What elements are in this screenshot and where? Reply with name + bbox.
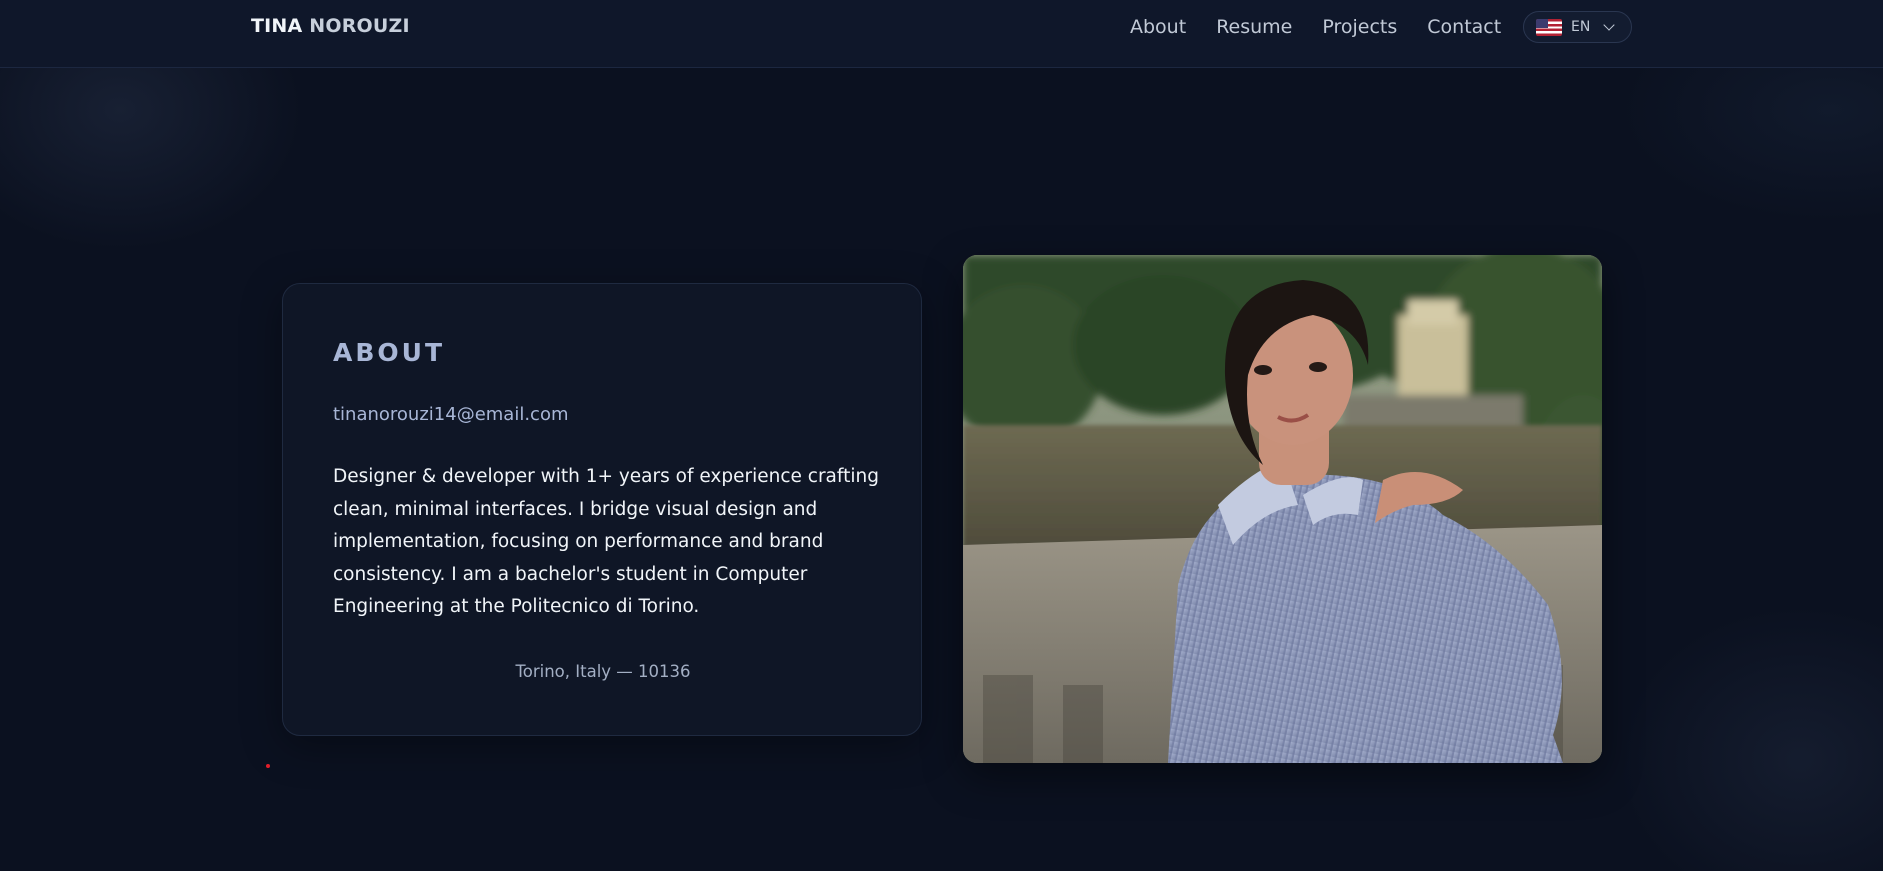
language-code: EN — [1571, 19, 1591, 35]
brand-logo[interactable]: TINA NOROUZI — [251, 15, 410, 37]
nav-link-resume[interactable]: Resume — [1216, 16, 1292, 38]
location-text: Torino, Italy — 10136 — [515, 662, 691, 681]
main-nav: About Resume Projects Contact — [1130, 16, 1501, 38]
brand-last-name: NOROUZI — [309, 15, 410, 37]
nav-link-projects[interactable]: Projects — [1322, 16, 1397, 38]
nav-link-about[interactable]: About — [1130, 16, 1186, 38]
about-bio: Designer & developer with 1+ years of ex… — [333, 466, 879, 617]
about-card: ABOUT tinanorouzi14@email.com Designer &… — [282, 283, 922, 736]
about-title: ABOUT — [333, 338, 446, 367]
brand-first-name: TINA — [251, 15, 303, 37]
email-link[interactable]: tinanorouzi14@email.com — [333, 404, 569, 425]
portrait-photo — [963, 255, 1602, 763]
cursor-dot — [266, 764, 270, 768]
chevron-down-icon — [1603, 18, 1615, 31]
nav-link-contact[interactable]: Contact — [1427, 16, 1501, 38]
us-flag-icon — [1536, 18, 1562, 36]
language-selector[interactable]: EN — [1523, 11, 1632, 43]
top-navbar: TINA NOROUZI About Resume Projects Conta… — [0, 0, 1883, 68]
